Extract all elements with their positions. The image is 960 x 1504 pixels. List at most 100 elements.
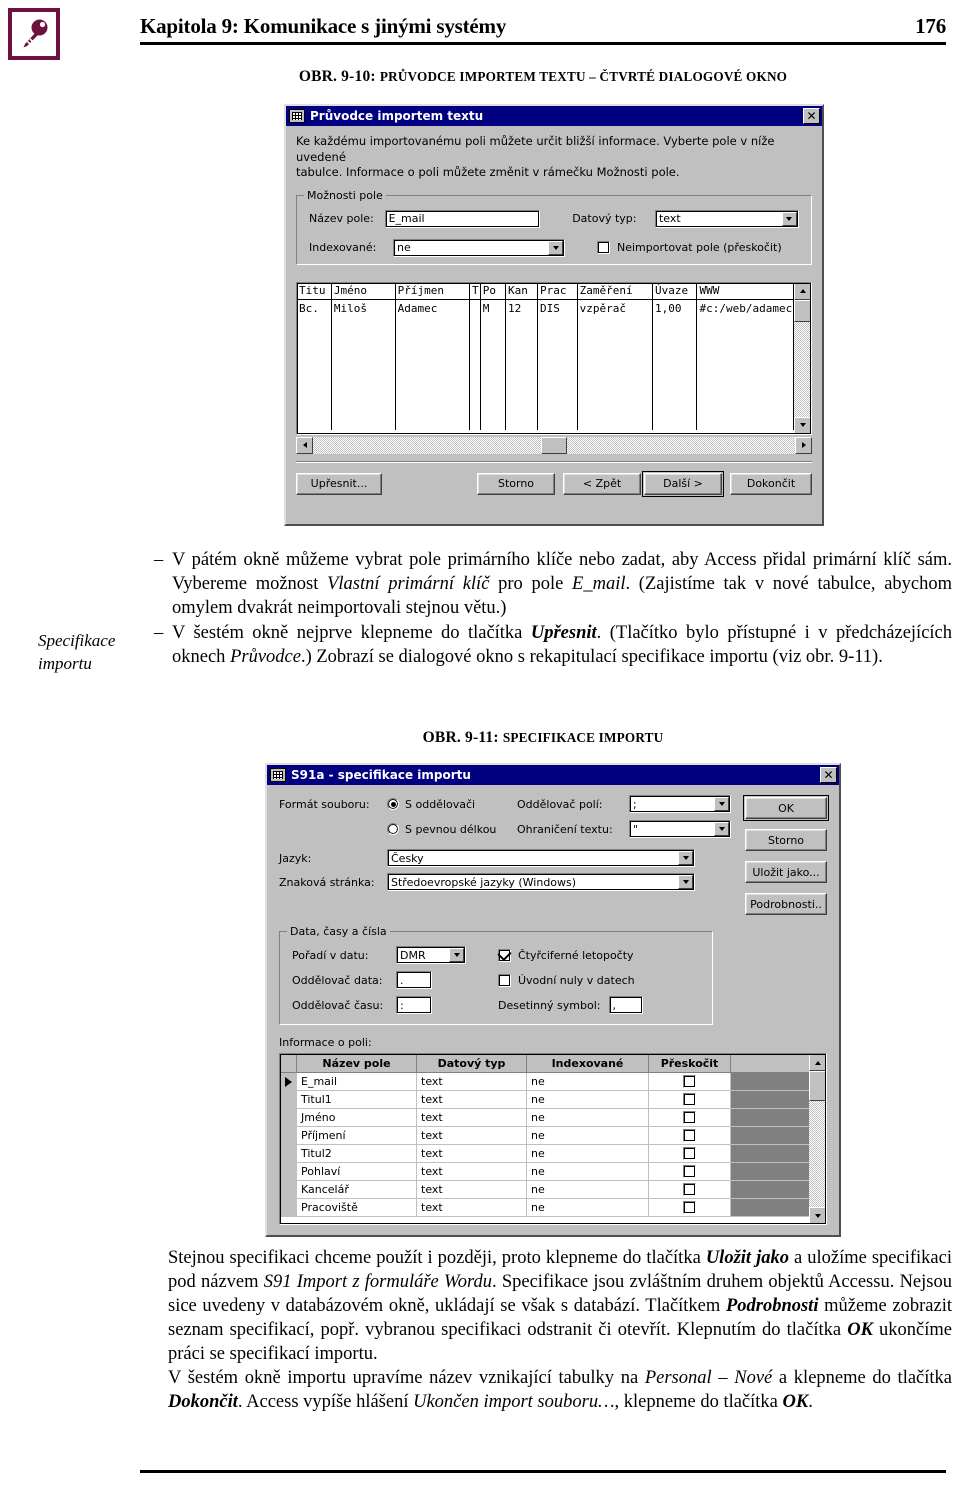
field-name-cell[interactable]: Kancelář [297, 1181, 417, 1199]
field-name-input[interactable]: E_mail [384, 209, 541, 228]
field-name-cell[interactable]: Pohlaví [297, 1163, 417, 1181]
current-row-indicator-icon[interactable] [280, 1073, 297, 1091]
indexed-combo[interactable]: ne [393, 238, 565, 257]
data-type-cell[interactable]: text [417, 1181, 527, 1199]
indexed-cell[interactable]: ne [527, 1181, 649, 1199]
data-type-cell[interactable]: text [417, 1127, 527, 1145]
preview-horizontal-scrollbar[interactable] [296, 436, 812, 454]
data-type-cell[interactable]: text [417, 1091, 527, 1109]
data-type-cell[interactable]: text [417, 1073, 527, 1091]
leading-zeros-checkbox[interactable] [498, 973, 511, 987]
field-name-cell[interactable]: Titul1 [297, 1091, 417, 1109]
scroll-thumb-vertical[interactable] [794, 299, 811, 322]
indexed-cell[interactable]: ne [527, 1163, 649, 1181]
save-as-button[interactable]: Uložit jako... [745, 861, 827, 883]
preview-vertical-scrollbar[interactable] [794, 282, 811, 434]
indexed-cell[interactable]: ne [527, 1145, 649, 1163]
grid-header-cell[interactable]: Přeskočit [649, 1054, 731, 1073]
skip-cell[interactable] [649, 1181, 731, 1199]
field-separator-combo[interactable]: ; [629, 795, 731, 813]
details-button[interactable]: Podrobnosti.. [745, 893, 827, 915]
row-selector[interactable] [280, 1199, 297, 1217]
skip-checkbox[interactable] [683, 1129, 696, 1142]
data-type-cell[interactable]: text [417, 1199, 527, 1217]
date-separator-input[interactable]: . [396, 971, 432, 989]
language-combo[interactable]: Česky [387, 849, 695, 867]
field-name-cell[interactable]: Jméno [297, 1109, 417, 1127]
finish-button[interactable]: Dokončit [730, 472, 812, 495]
skip-cell[interactable] [649, 1091, 731, 1109]
skip-cell[interactable] [649, 1073, 731, 1091]
data-type-cell[interactable]: text [417, 1145, 527, 1163]
scroll-track-right[interactable] [567, 436, 795, 454]
scroll-up-icon[interactable] [809, 1054, 826, 1071]
scroll-thumb-vertical[interactable] [809, 1071, 826, 1101]
radio-fixed-width[interactable] [387, 823, 399, 835]
chevron-down-icon[interactable] [678, 851, 693, 865]
cancel-button[interactable]: Storno [745, 829, 827, 851]
preview-data-row[interactable]: Bc. Miloš Adamec M 12 DIS vzpěrač 1,00 #… [297, 299, 794, 317]
skip-checkbox[interactable] [683, 1165, 696, 1178]
radio-delimited[interactable] [387, 798, 399, 810]
skip-checkbox[interactable] [683, 1111, 696, 1124]
scroll-down-icon[interactable] [794, 416, 811, 434]
chevron-down-icon[interactable] [678, 875, 693, 889]
row-selector[interactable] [280, 1109, 297, 1127]
scroll-track-vertical[interactable] [794, 321, 811, 417]
table-row[interactable]: E_mail text ne [280, 1073, 809, 1091]
skip-cell[interactable] [649, 1127, 731, 1145]
scroll-thumb-horizontal[interactable] [541, 436, 567, 454]
skip-field-checkbox[interactable] [597, 241, 610, 255]
field-name-cell[interactable]: Příjmení [297, 1127, 417, 1145]
field-name-cell[interactable]: Pracoviště [297, 1199, 417, 1217]
skip-cell[interactable] [649, 1109, 731, 1127]
row-selector[interactable] [280, 1181, 297, 1199]
data-type-cell[interactable]: text [417, 1109, 527, 1127]
skip-checkbox[interactable] [683, 1201, 696, 1214]
indexed-cell[interactable]: ne [527, 1127, 649, 1145]
field-info-vertical-scrollbar[interactable] [809, 1054, 826, 1224]
skip-cell[interactable] [649, 1163, 731, 1181]
field-name-cell[interactable]: Titul2 [297, 1145, 417, 1163]
skip-checkbox[interactable] [683, 1183, 696, 1196]
field-name-cell[interactable]: E_mail [297, 1073, 417, 1091]
indexed-cell[interactable]: ne [527, 1091, 649, 1109]
grid-header-cell[interactable]: Datový typ [417, 1054, 527, 1073]
table-row[interactable]: Kancelář text ne [280, 1181, 809, 1199]
cancel-button[interactable]: Storno [477, 472, 555, 495]
chevron-down-icon[interactable] [781, 211, 797, 226]
skip-checkbox[interactable] [683, 1075, 696, 1088]
skip-checkbox[interactable] [683, 1147, 696, 1160]
back-button[interactable]: < Zpět [563, 472, 641, 495]
scroll-track-left[interactable] [313, 436, 541, 454]
data-type-cell[interactable]: text [417, 1163, 527, 1181]
skip-cell[interactable] [649, 1145, 731, 1163]
row-selector[interactable] [280, 1127, 297, 1145]
indexed-cell[interactable]: ne [527, 1199, 649, 1217]
table-row[interactable]: Titul1 text ne [280, 1091, 809, 1109]
chevron-down-icon[interactable] [449, 948, 464, 962]
next-button[interactable]: Další > [642, 470, 724, 497]
table-row[interactable]: Titul2 text ne [280, 1145, 809, 1163]
field-info-grid[interactable]: Název pole Datový typ Indexované Přeskoč… [279, 1053, 827, 1225]
grid-header-cell[interactable]: Název pole [297, 1054, 417, 1073]
data-type-combo[interactable]: text [654, 209, 799, 228]
row-selector[interactable] [280, 1145, 297, 1163]
decimal-symbol-input[interactable]: , [608, 996, 643, 1014]
indexed-cell[interactable]: ne [527, 1073, 649, 1091]
four-digit-years-checkbox[interactable] [498, 948, 511, 962]
scroll-right-icon[interactable] [795, 436, 812, 454]
scroll-track-vertical[interactable] [809, 1101, 826, 1207]
row-selector[interactable] [280, 1163, 297, 1181]
chevron-down-icon[interactable] [548, 240, 563, 255]
table-row[interactable]: Příjmení text ne [280, 1127, 809, 1145]
grid-header-cell[interactable]: Indexované [527, 1054, 649, 1073]
chevron-down-icon[interactable] [714, 797, 729, 811]
advanced-button[interactable]: Upřesnit... [296, 472, 382, 495]
scroll-up-icon[interactable] [794, 282, 811, 300]
text-qualifier-combo[interactable]: " [629, 820, 731, 838]
row-selector[interactable] [280, 1091, 297, 1109]
scroll-left-icon[interactable] [296, 436, 313, 454]
ok-button[interactable]: OK [743, 795, 829, 821]
scroll-down-icon[interactable] [809, 1207, 826, 1224]
